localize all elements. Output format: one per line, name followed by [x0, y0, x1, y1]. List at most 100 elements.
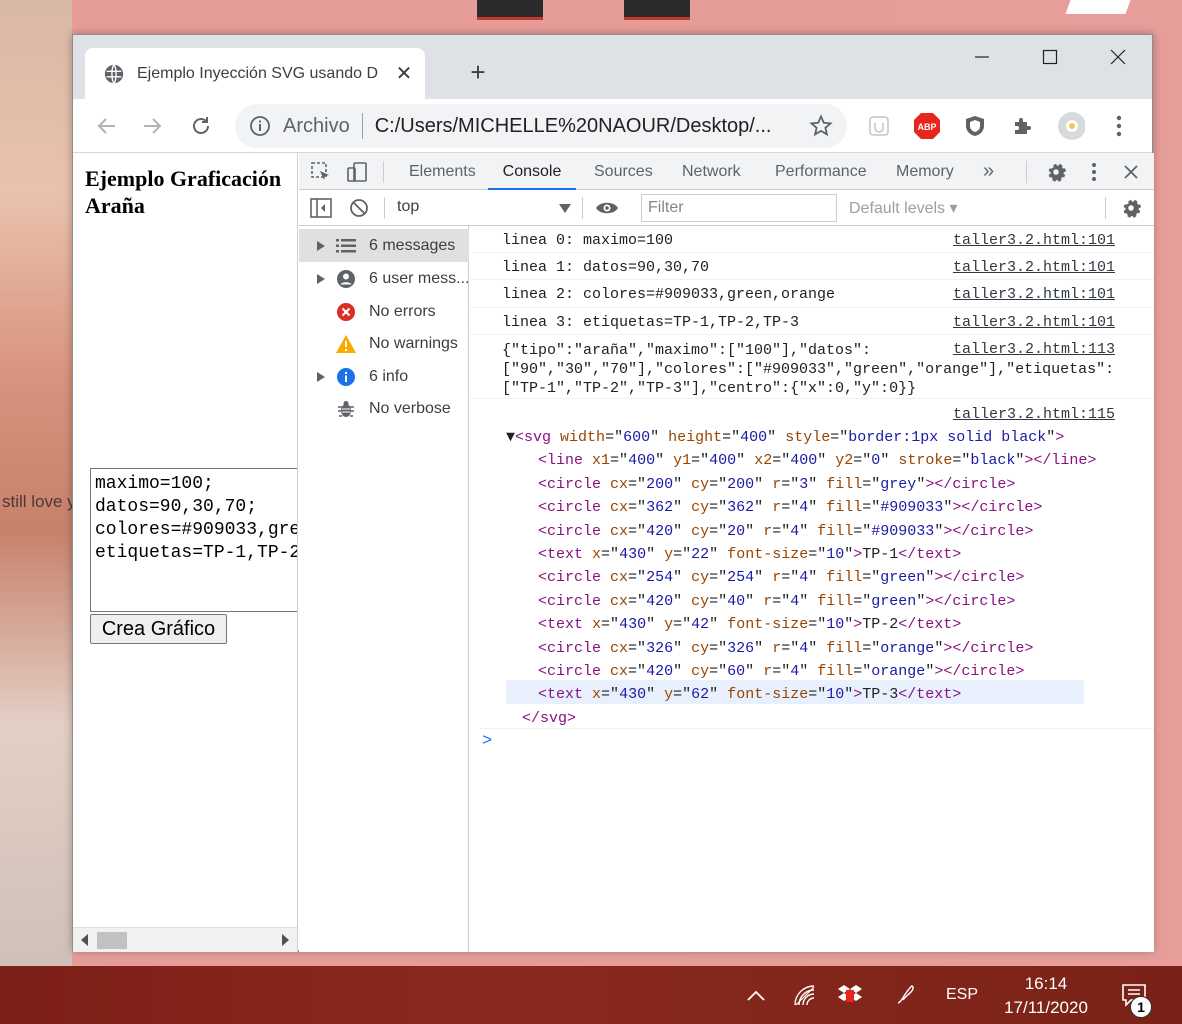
tab-network[interactable]: Network [680, 153, 743, 190]
sidebar-item-label: 6 user mess... [369, 269, 469, 287]
clear-console-icon[interactable] [347, 196, 371, 220]
expand-arrow-icon[interactable] [313, 271, 329, 287]
more-tabs-button[interactable]: » [981, 153, 996, 190]
clock[interactable]: 16:14 17/11/2020 [1000, 972, 1092, 1020]
dropbox-icon[interactable] [836, 981, 864, 1009]
devtools-menu-icon[interactable] [1082, 160, 1106, 184]
chrome-menu-button[interactable] [1105, 112, 1133, 140]
console-message[interactable]: taller3.2.html:115 [470, 399, 1154, 429]
sidebar-item-info[interactable]: 6 info [299, 360, 469, 393]
console-settings-gear-icon[interactable] [1119, 196, 1143, 220]
device-toolbar-icon[interactable] [345, 160, 369, 184]
info-icon [335, 366, 357, 388]
config-textarea[interactable]: maximo=100; datos=90,30,70; colores=#909… [90, 468, 297, 612]
log-levels-dropdown[interactable]: Default levels ▾ [849, 198, 958, 218]
extension-button[interactable] [865, 112, 893, 140]
info-circle-icon[interactable] [249, 115, 271, 137]
error-icon [335, 301, 357, 323]
scrollbar-thumb[interactable] [97, 932, 127, 949]
toolbar-divider [582, 197, 583, 219]
console-message[interactable]: {"tipo":"araña","maximo":["100"],"datos"… [470, 335, 1154, 399]
tab-console[interactable]: Console [488, 153, 576, 190]
svg-child-circle[interactable]: <circle cx="362" cy="362" r="4" fill="#9… [538, 496, 1042, 519]
svg-child-text[interactable]: <text x="430" y="42" font-size="10">TP-2… [538, 613, 961, 636]
desktop-thumbnail[interactable] [477, 0, 543, 20]
sidebar-item-warnings[interactable]: No warnings [299, 327, 469, 360]
desktop-thumbnail[interactable] [624, 0, 690, 20]
star-icon[interactable] [809, 114, 833, 138]
close-devtools-icon[interactable] [1119, 160, 1143, 184]
console-message[interactable]: linea 0: maximo=100 taller3.2.html:101 [470, 226, 1154, 253]
chevron-up-icon[interactable] [742, 981, 770, 1009]
scroll-right-arrow-icon[interactable] [282, 934, 289, 946]
list-icon [335, 235, 357, 257]
adblock-button[interactable]: ABP [913, 112, 941, 140]
svg-child-circle[interactable]: <circle cx="420" cy="40" r="4" fill="gre… [538, 590, 1015, 613]
filter-input[interactable]: Filter [641, 194, 837, 222]
scroll-left-arrow-icon[interactable] [81, 934, 88, 946]
browser-tab[interactable]: Ejemplo Inyección SVG usando D ✕ [85, 48, 425, 99]
horizontal-scrollbar[interactable] [73, 927, 297, 952]
sidebar-item-errors[interactable]: No errors [299, 295, 469, 328]
console-message[interactable]: linea 1: datos=90,30,70 taller3.2.html:1… [470, 253, 1154, 280]
pen-icon[interactable] [892, 981, 920, 1009]
tab-performance[interactable]: Performance [773, 153, 869, 190]
page-title: Ejemplo Graficación Araña [85, 166, 282, 218]
expand-arrow-icon[interactable] [313, 369, 329, 385]
source-link[interactable]: taller3.2.html:101 [953, 232, 1115, 249]
url-text[interactable]: C:/Users/MICHELLE%20NAOUR/Desktop/... [375, 115, 795, 138]
source-link[interactable]: taller3.2.html:101 [953, 286, 1115, 303]
globe-icon [104, 63, 124, 84]
tab-sources[interactable]: Sources [592, 153, 655, 190]
chevron-down-icon[interactable] [559, 204, 571, 213]
svg-child-circle[interactable]: <circle cx="326" cy="326" r="4" fill="or… [538, 637, 1033, 660]
tab-elements[interactable]: Elements [407, 153, 478, 190]
extensions-button[interactable] [1009, 112, 1037, 140]
sidebar-toggle-icon[interactable] [309, 196, 333, 220]
sidebar-item-user-messages[interactable]: 6 user mess... [299, 262, 469, 295]
svg-child-text[interactable]: <text x="430" y="22" font-size="10">TP-1… [538, 543, 961, 566]
address-bar[interactable]: Archivo C:/Users/MICHELLE%20NAOUR/Deskto… [235, 104, 847, 148]
svg-child-line[interactable]: <line x1="400" y1="400" x2="400" y2="0" … [538, 449, 1096, 472]
inspect-element-icon[interactable] [309, 160, 333, 184]
source-link[interactable]: taller3.2.html:115 [953, 406, 1115, 423]
shield-extension-button[interactable] [961, 112, 989, 140]
console-prompt[interactable]: > [480, 728, 1154, 756]
svg-child-circle[interactable]: <circle cx="254" cy="254" r="4" fill="gr… [538, 566, 1024, 589]
settings-gear-icon[interactable] [1044, 160, 1068, 184]
shield-icon [966, 116, 984, 136]
minimize-button[interactable] [948, 35, 1016, 79]
eye-icon[interactable] [595, 196, 619, 220]
sidebar-item-messages[interactable]: 6 messages [299, 229, 469, 262]
svg-child-text[interactable]: <text x="430" y="62" font-size="10">TP-3… [538, 683, 961, 706]
context-selector[interactable]: top [397, 198, 419, 216]
create-chart-button[interactable]: Crea Gráfico [90, 614, 227, 644]
input-language[interactable]: ESP [946, 986, 978, 1004]
source-link[interactable]: taller3.2.html:113 [944, 341, 1115, 358]
back-button[interactable] [89, 109, 123, 143]
close-window-button[interactable] [1084, 35, 1152, 79]
browser-window: Ejemplo Inyección SVG usando D ✕ + Archi… [72, 34, 1154, 952]
new-tab-button[interactable]: + [463, 57, 493, 87]
maximize-button[interactable] [1016, 35, 1084, 79]
adblock-icon: ABP [914, 113, 940, 139]
svg-close-tag[interactable]: </svg> [522, 707, 576, 730]
tab-close-icon[interactable]: ✕ [393, 63, 415, 85]
console-message[interactable]: linea 3: etiquetas=TP-1,TP-2,TP-3 taller… [470, 308, 1154, 335]
profile-button[interactable] [1057, 112, 1085, 140]
sidebar-item-verbose[interactable]: No verbose [299, 392, 469, 425]
svg-child-circle[interactable]: <circle cx="200" cy="200" r="3" fill="gr… [538, 473, 1015, 496]
console-message[interactable]: linea 2: colores=#909033,green,orange ta… [470, 280, 1154, 308]
tab-memory[interactable]: Memory [894, 153, 956, 190]
forward-button[interactable] [136, 109, 170, 143]
reload-button[interactable] [184, 109, 218, 143]
svg-open-tag[interactable]: ▼<svg width="600" height="400" style="bo… [506, 426, 1064, 449]
tab-title: Ejemplo Inyección SVG usando D [137, 64, 379, 82]
source-link[interactable]: taller3.2.html:101 [953, 314, 1115, 331]
svg-child-circle[interactable]: <circle cx="420" cy="60" r="4" fill="ora… [538, 660, 1024, 683]
puzzle-icon [1015, 118, 1031, 134]
wifi-icon[interactable] [790, 981, 818, 1009]
expand-arrow-icon[interactable] [313, 238, 329, 254]
source-link[interactable]: taller3.2.html:101 [953, 259, 1115, 276]
svg-child-circle[interactable]: <circle cx="420" cy="20" r="4" fill="#90… [538, 520, 1033, 543]
